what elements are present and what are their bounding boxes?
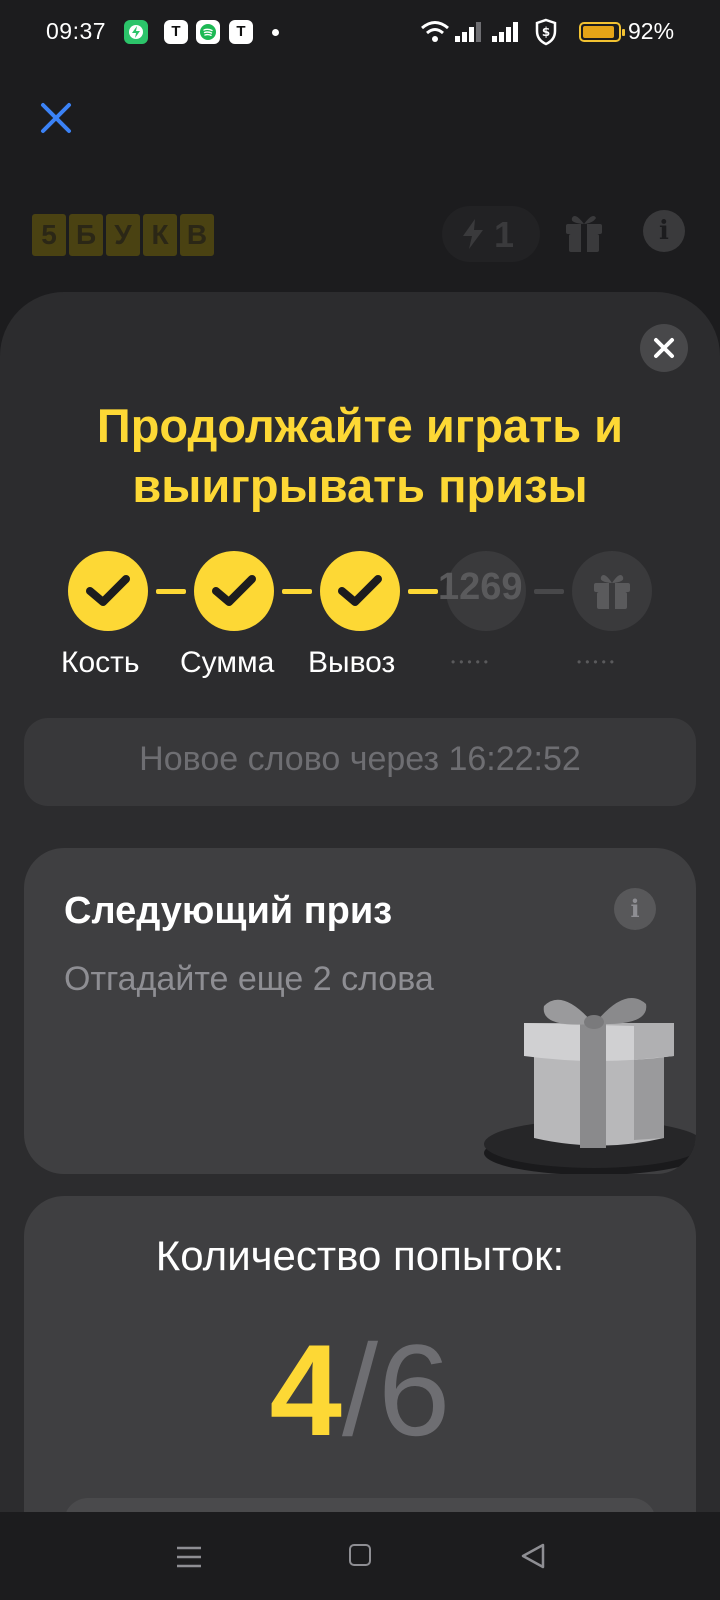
t-app-icon: T — [164, 20, 188, 44]
spotify-app-icon — [196, 20, 220, 44]
checkmark-icon — [212, 575, 256, 606]
step-overlay-number: 1269 — [438, 566, 523, 608]
info-icon[interactable]: i — [643, 210, 685, 252]
checkmark-icon — [86, 575, 130, 606]
next-prize-card[interactable]: Следующий приз Отгадайте еще 2 слова i — [24, 848, 696, 1174]
gift-icon[interactable] — [563, 210, 605, 254]
step-label: Сумма — [180, 646, 275, 679]
attempts-value: 4/6 — [24, 1320, 696, 1460]
progress-step-done — [320, 551, 400, 631]
attempts-title: Количество попыток: — [155, 1232, 565, 1279]
logo-letter: Б — [69, 214, 103, 256]
signal-icon — [455, 22, 481, 42]
gift-icon — [594, 575, 630, 609]
t-app-icon: T — [229, 20, 253, 44]
home-icon[interactable] — [349, 1544, 371, 1566]
status-time: 09:37 — [46, 18, 107, 44]
new-word-timer: Новое слово через 16:22:52 — [24, 718, 696, 806]
logo-letter: 5 — [32, 214, 66, 256]
progress-step-gift — [572, 551, 652, 631]
battery-icon — [579, 22, 625, 42]
wifi-icon — [421, 21, 449, 42]
progress-step-done — [68, 551, 148, 631]
svg-text:$: $ — [542, 25, 550, 39]
status-bar: 09:37 T T $ 92% — [0, 0, 720, 64]
gift-box-image — [484, 998, 696, 1174]
logo-letter: У — [106, 214, 140, 256]
signal-icon — [492, 22, 518, 42]
step-label-hidden: ••••• — [451, 655, 493, 669]
progress-connector — [156, 589, 186, 594]
game-logo: 5 Б У К В — [32, 214, 214, 256]
progress-connector — [408, 589, 438, 594]
battery-percent: 92% — [628, 18, 675, 44]
back-icon[interactable] — [520, 1542, 546, 1570]
more-notifications-dot — [272, 29, 279, 36]
close-icon[interactable] — [38, 100, 74, 136]
progress-step-done — [194, 551, 274, 631]
recent-apps-icon[interactable] — [176, 1544, 202, 1570]
energy-count: 1 — [494, 214, 515, 255]
attempts-separator: / — [341, 1317, 379, 1463]
progress-connector — [534, 589, 564, 594]
close-icon — [654, 338, 674, 358]
step-label: Вывоз — [308, 646, 396, 679]
shield-dollar-icon: $ — [535, 18, 557, 46]
logo-letter: К — [143, 214, 177, 256]
sheet-title: Продолжайте играть и выигрывать призы — [96, 399, 624, 512]
next-prize-subtitle: Отгадайте еще 2 слова — [64, 960, 434, 998]
attempts-max: 6 — [378, 1317, 451, 1463]
logo-letter: В — [180, 214, 214, 256]
attempts-card: Количество попыток: 4/6 — [24, 1196, 696, 1526]
step-label: Кость — [61, 646, 140, 679]
green-bolt-app-icon — [124, 20, 148, 44]
attempts-current: 4 — [269, 1317, 342, 1463]
timer-text: Новое слово через 16:22:52 — [139, 740, 581, 778]
lightning-icon — [463, 219, 483, 249]
progress-connector — [282, 589, 312, 594]
sheet-close-button[interactable] — [640, 324, 688, 372]
energy-counter[interactable]: 1 — [442, 206, 540, 262]
step-label-hidden: ••••• — [577, 655, 619, 669]
next-prize-title: Следующий приз — [64, 890, 393, 932]
info-icon[interactable]: i — [614, 888, 656, 930]
checkmark-icon — [338, 575, 382, 606]
